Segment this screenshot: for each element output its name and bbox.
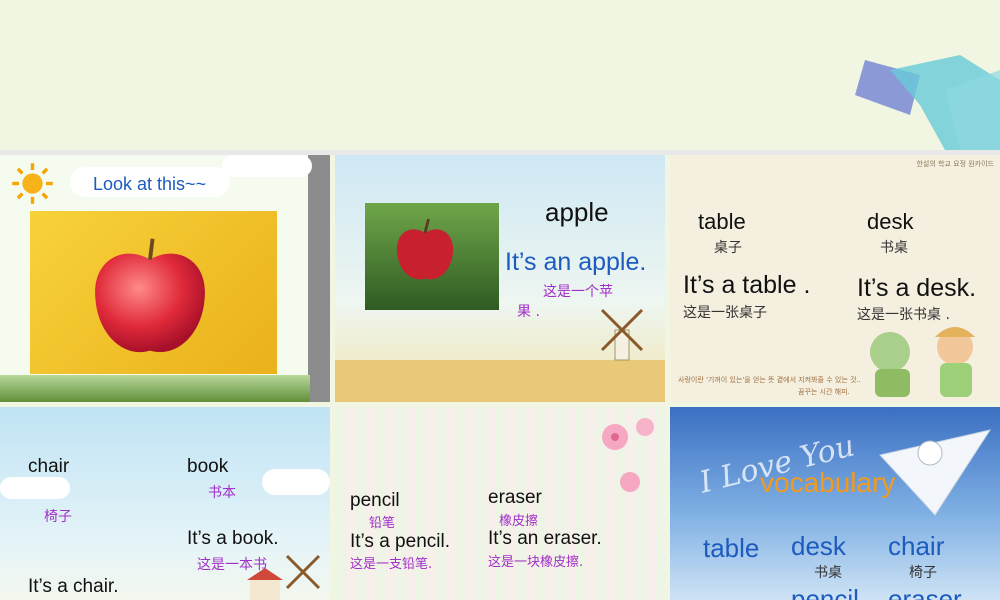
- corner-text: 한설의 학교 요정 원카이드: [916, 160, 994, 168]
- word-chair: chair: [28, 456, 70, 477]
- cloud: [262, 469, 330, 495]
- sentence-desk: It’s a desk.: [857, 274, 977, 302]
- word-apple: apple: [545, 197, 609, 227]
- sentence-chair: It’s a chair.: [28, 576, 119, 597]
- apple-tree-photo: [365, 203, 499, 310]
- slide-border: [308, 155, 330, 402]
- fairy-characters: [870, 327, 975, 397]
- sun-icon: [12, 163, 53, 204]
- footer-text-2: 꿈꾸는 시간 해피.: [798, 388, 850, 396]
- word-eraser: eraser: [488, 487, 542, 508]
- cn-eraser: 橡皮擦: [499, 514, 539, 529]
- apple-photo: [30, 211, 277, 374]
- cn-chair: 椅子: [44, 509, 72, 525]
- sentence-pencil: It’s a pencil.: [350, 531, 450, 552]
- cn-sentence-table: 这是一张桌子: [683, 305, 767, 321]
- flower-decoration: [602, 418, 654, 492]
- vocab-desk-cn: 书桌: [814, 565, 842, 581]
- word-table: table: [698, 209, 746, 234]
- slide-chair-book[interactable]: chair 椅子 book 书本 It’s a book. 这是一本书 It’s…: [0, 407, 330, 600]
- windmill-icon: [600, 308, 644, 361]
- cloud: [0, 477, 70, 499]
- decorative-shapes: [855, 55, 1000, 150]
- cn-apple-line1: 这是一个苹: [543, 284, 613, 300]
- vocab-pencil: pencil: [791, 584, 859, 600]
- slide-pencil-eraser[interactable]: pencil 铅笔 eraser 橡皮擦 It’s a pencil. 这是一支…: [335, 407, 665, 600]
- caption-look-at-this: Look at this~~: [93, 174, 207, 194]
- sentence-apple: It’s an apple.: [505, 248, 647, 276]
- slide-apple[interactable]: apple It’s an apple. 这是一个苹 果 .: [335, 155, 665, 402]
- vocab-chair-cn: 椅子: [909, 565, 937, 581]
- vocab-desk: desk: [791, 531, 846, 561]
- cn-sentence-eraser: 这是一块橡皮擦.: [488, 555, 584, 570]
- footer-text-1: 사랑이란 '기꺼이 있는'을 얻는 뜻 곁에서 지켜봐줄 수 있는 것..: [678, 376, 861, 384]
- word-book: book: [187, 456, 229, 477]
- word-pencil: pencil: [350, 490, 400, 511]
- apple-icon: [95, 238, 205, 353]
- cn-sentence-pencil: 这是一支铅笔.: [350, 557, 433, 572]
- windmill-icon: [247, 554, 321, 600]
- cn-desk: 书桌: [880, 240, 908, 256]
- field-scenery: [335, 360, 665, 402]
- cn-table: 桌子: [714, 240, 742, 256]
- word-desk: desk: [867, 209, 914, 234]
- vocab-eraser: eraser: [888, 584, 962, 600]
- cn-apple-line2: 果 .: [517, 304, 540, 320]
- slide-table-desk[interactable]: 한설의 학교 요정 원카이드 table 桌子 desk 书桌 It’s a t…: [670, 155, 1000, 402]
- grass: [0, 375, 310, 402]
- sentence-book: It’s a book.: [187, 528, 279, 549]
- cn-pencil: 铅笔: [369, 516, 396, 531]
- slide-look-at-this[interactable]: Look at this~~: [0, 155, 330, 402]
- sentence-eraser: It’s an eraser.: [488, 528, 602, 549]
- cloud: [222, 155, 312, 177]
- slide-vocabulary[interactable]: I Love You vocabulary table desk 书桌 chai…: [670, 407, 1000, 600]
- cn-book: 书本: [208, 485, 236, 501]
- vocab-table: table: [703, 533, 760, 563]
- apple-icon: [396, 218, 454, 280]
- sentence-table: It’s a table .: [683, 271, 811, 299]
- vocab-chair: chair: [888, 531, 945, 561]
- title-vocabulary: vocabulary: [760, 467, 896, 498]
